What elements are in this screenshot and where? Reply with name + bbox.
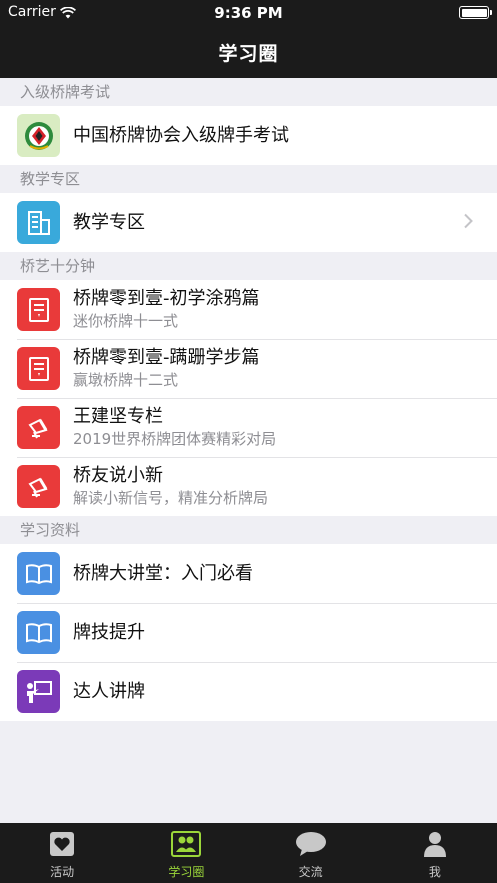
person-icon [422, 831, 448, 860]
tab-me[interactable]: 我 [373, 823, 497, 883]
tab-study-circle[interactable]: 学习圈 [124, 823, 248, 883]
list-item-title: 王建坚专栏 [73, 406, 163, 427]
chevron-right-icon [464, 213, 473, 232]
open-book-icon [17, 552, 60, 595]
list-item-exam[interactable]: 中国桥牌协会入级牌手考试 [0, 106, 497, 165]
list-item-zero-to-one-doodle[interactable]: 桥牌零到壹-初学涂鸦篇 迷你桥牌十一式 [0, 280, 497, 339]
list-item-subtitle: 迷你桥牌十一式 [73, 312, 179, 330]
tab-label: 学习圈 [168, 865, 205, 879]
status-bar: Carrier 9:36 PM [0, 0, 497, 26]
section-teaching: 教学专区 [0, 193, 497, 252]
megaphone-icon [17, 406, 60, 449]
section-bridge-ten-minutes: 桥牌零到壹-初学涂鸦篇 迷你桥牌十一式 桥牌零到壹-蹒跚学步篇 赢墩桥牌十二式 … [0, 280, 497, 516]
list-item-subtitle: 赢墩桥牌十二式 [73, 371, 179, 389]
list-item-zero-to-one-toddler[interactable]: 桥牌零到壹-蹒跚学步篇 赢墩桥牌十二式 [0, 339, 497, 398]
list-content: 入级桥牌考试 中国桥牌协会入级牌手考试 教学专区 教学专区 桥艺十分钟 桥牌零到… [0, 78, 497, 721]
tab-bar: 活动 学习圈 交流 我 [0, 823, 497, 883]
tab-communication[interactable]: 交流 [249, 823, 373, 883]
list-item-title: 桥牌大讲堂：入门必看 [73, 562, 253, 584]
tab-label: 交流 [298, 865, 323, 879]
clock: 9:36 PM [214, 4, 283, 22]
heart-icon [49, 831, 75, 860]
list-item-title: 中国桥牌协会入级牌手考试 [73, 124, 289, 146]
section-study-materials: 桥牌大讲堂：入门必看 牌技提升 达人讲牌 [0, 544, 497, 721]
teacher-board-icon [17, 670, 60, 713]
list-item-title: 教学专区 [73, 211, 145, 233]
list-item-bridge-lecture[interactable]: 桥牌大讲堂：入门必看 [0, 544, 497, 603]
list-item-title: 桥友说小新 [73, 465, 163, 486]
chat-bubble-icon [295, 831, 327, 860]
open-book-icon [17, 611, 60, 654]
list-item-wang-jianjian-column[interactable]: 王建坚专栏 2019世界桥牌团体赛精彩对局 [0, 398, 497, 457]
list-item-bridge-friend-xiaoxin[interactable]: 桥友说小新 解读小新信号，精准分析牌局 [0, 457, 497, 516]
section-exam: 中国桥牌协会入级牌手考试 [0, 106, 497, 165]
list-item-title: 达人讲牌 [73, 680, 145, 702]
list-item-subtitle: 解读小新信号，精准分析牌局 [73, 489, 269, 507]
section-header-exam: 入级桥牌考试 [0, 78, 497, 106]
battery-icon [459, 6, 492, 19]
section-header-bridge-ten-minutes: 桥艺十分钟 [0, 252, 497, 280]
list-item-expert-talk[interactable]: 达人讲牌 [0, 662, 497, 721]
list-item-teaching[interactable]: 教学专区 [0, 193, 497, 252]
list-item-title: 牌技提升 [73, 621, 145, 643]
megaphone-icon [17, 465, 60, 508]
book-icon [17, 288, 60, 331]
tab-label: 活动 [50, 865, 75, 879]
section-header-teaching: 教学专区 [0, 165, 497, 193]
bridge-association-logo-icon [17, 114, 60, 157]
list-item-title: 桥牌零到壹-蹒跚学步篇 [73, 347, 260, 368]
list-item-title: 桥牌零到壹-初学涂鸦篇 [73, 288, 260, 309]
section-header-study-materials: 学习资料 [0, 516, 497, 544]
list-item-skill-improvement[interactable]: 牌技提升 [0, 603, 497, 662]
list-item-subtitle: 2019世界桥牌团体赛精彩对局 [73, 430, 277, 448]
building-icon [17, 201, 60, 244]
people-icon [171, 831, 202, 860]
page-title: 学习圈 [218, 42, 279, 65]
tab-label: 我 [428, 865, 441, 879]
tab-activities[interactable]: 活动 [0, 823, 124, 883]
book-icon [17, 347, 60, 390]
navigation-bar: 学习圈 [0, 26, 497, 78]
